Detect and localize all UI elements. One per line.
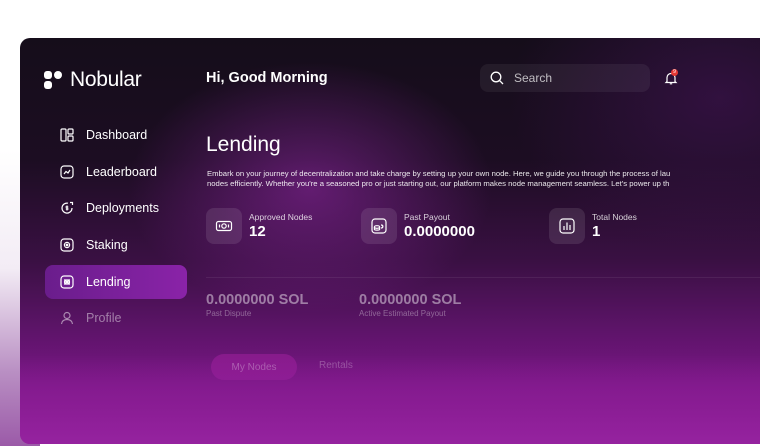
tab-my-nodes[interactable]: My Nodes xyxy=(211,354,297,380)
deploy-icon xyxy=(61,202,74,215)
lending-icon xyxy=(60,275,74,289)
sidebar-item-label: Leaderboard xyxy=(86,164,157,179)
staking-icon xyxy=(60,238,74,252)
sol-label: Past Dispute xyxy=(206,309,252,318)
stat-value: 1 xyxy=(592,223,601,240)
page-description: Embark on your journey of decentralizati… xyxy=(207,169,671,188)
sidebar-item-label: Deployments xyxy=(86,201,159,216)
stat-label: Total Nodes xyxy=(592,212,637,222)
user-icon xyxy=(60,312,74,325)
section-divider xyxy=(206,277,760,278)
sidebar-item-staking[interactable]: Staking xyxy=(45,228,187,262)
brand-name: Nobular xyxy=(70,68,142,91)
sol-value: 0.0000000 SOL xyxy=(206,292,309,308)
stat-approved-nodes: Approved Nodes 12 xyxy=(206,208,312,244)
sol-stat-past-dispute: 0.0000000 SOL Past Dispute xyxy=(206,292,308,318)
sol-stat-active-payout: 0.0000000 SOL Active Estimated Payout xyxy=(359,292,461,318)
stat-past-payout: Past Payout 0.0000000 xyxy=(361,208,475,244)
sol-label: Active Estimated Payout xyxy=(359,309,446,318)
chart-line-icon xyxy=(60,165,74,179)
stat-label: Approved Nodes xyxy=(249,212,313,222)
stat-value: 0.0000000 xyxy=(404,223,475,240)
stat-total-nodes: Total Nodes 1 xyxy=(549,208,637,244)
sidebar-item-profile[interactable]: Profile xyxy=(45,301,187,335)
sol-value: 0.0000000 SOL xyxy=(359,292,462,308)
logo-icon xyxy=(44,71,62,89)
sidebar-item-label: Staking xyxy=(86,238,128,253)
sidebar-item-label: Lending xyxy=(86,274,131,289)
sidebar-item-deployments[interactable]: Deployments xyxy=(45,191,187,225)
brand-logo[interactable]: Nobular xyxy=(44,68,142,92)
sidebar-item-label: Profile xyxy=(86,311,122,326)
search-input[interactable] xyxy=(514,71,634,85)
money-icon xyxy=(206,208,242,244)
sidebar-item-dashboard[interactable]: Dashboard xyxy=(45,118,187,152)
bottom-gradient-overlay xyxy=(20,354,760,444)
stat-label: Past Payout xyxy=(404,212,450,222)
page-title: Lending xyxy=(206,133,281,156)
dashboard-icon xyxy=(60,128,74,142)
coins-icon xyxy=(361,208,397,244)
app-window: Nobular Dashboard Leaderboard Deployment… xyxy=(20,38,760,444)
greeting-text: Hi, Good Morning xyxy=(206,70,328,86)
search-icon xyxy=(490,71,504,85)
sidebar-item-label: Dashboard xyxy=(86,128,148,142)
stat-value: 12 xyxy=(249,223,266,240)
sidebar-nav: Dashboard Leaderboard Deployments Stakin… xyxy=(45,118,187,338)
notification-badge: 9 xyxy=(671,69,678,76)
search-bar[interactable] xyxy=(480,64,650,92)
sidebar-item-lending[interactable]: Lending xyxy=(45,264,187,299)
sidebar-item-leaderboard[interactable]: Leaderboard xyxy=(45,155,187,189)
bar-chart-icon xyxy=(549,208,585,244)
tab-rentals[interactable]: Rentals xyxy=(319,360,353,371)
